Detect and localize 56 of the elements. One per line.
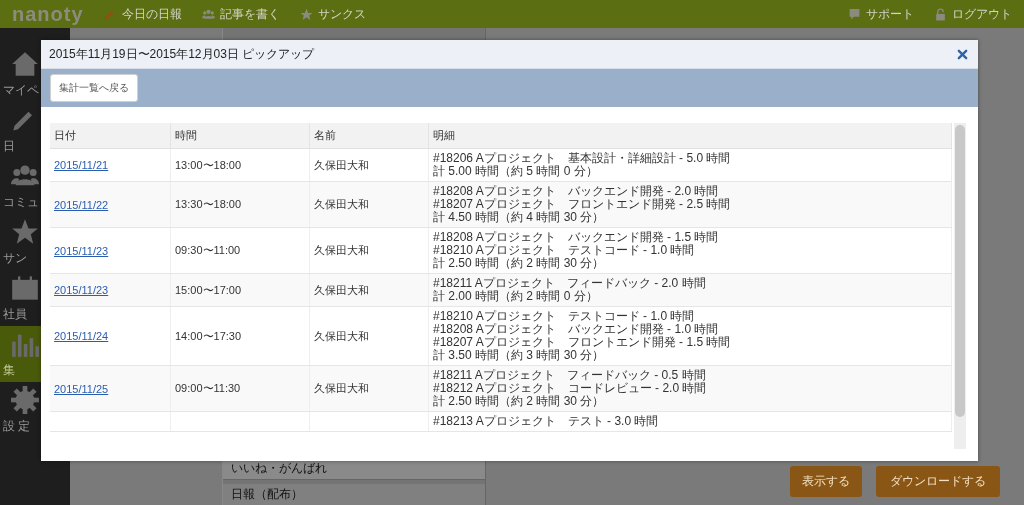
name-text: 久保田大和 [314,198,369,210]
nav-link[interactable]: 記事を書く [202,5,280,23]
time-text: 15:00〜17:00 [175,283,242,296]
detail-line: 計 2.00 時間（約 2 時間 0 分） [433,290,599,303]
detail-line: #18212 Aプロジェクト コードレビュー - 2.0 時間 [433,382,708,395]
detail-line: 計 3.50 時間（約 3 時間 30 分） [433,349,606,362]
back-button[interactable]: 集計一覧へ戻る [50,74,138,102]
detail-line: #18208 Aプロジェクト バックエンド開発 - 2.0 時間 [433,185,720,198]
time-text: 09:30〜11:00 [175,244,241,256]
detail-line: #18211 Aプロジェクト フィードバック - 0.5 時間 [433,369,707,382]
time-text: 13:30〜18:00 [175,198,242,210]
date-link[interactable]: 2015/11/21 [54,159,109,171]
speech-bubble-icon [848,7,861,21]
detail-line: #18206 Aプロジェクト 基本設計・詳細設計 - 5.0 時間 [433,152,732,165]
header-link[interactable]: ログアウト [934,5,1012,23]
detail-line: #18210 Aプロジェクト テストコード - 1.0 時間 [433,244,695,257]
detail-line: #18207 Aプロジェクト フロントエンド開発 - 1.5 時間 [433,336,732,349]
detail-line: 計 4.50 時間（約 4 時間 30 分） [433,211,606,224]
detail-line: 計 5.00 時間（約 5 時間 0 分） [433,165,599,178]
detail-line: #18213 Aプロジェクト テスト - 3.0 時間 [433,415,660,428]
action-button[interactable]: 表示する [790,466,862,497]
detail-line: #18210 Aプロジェクト テストコード - 1.0 時間 [433,310,696,323]
scrollbar-thumb[interactable] [955,125,965,417]
star-icon [11,217,39,246]
nav-link[interactable]: 今日の日報 [104,5,182,23]
dialog-title: 2015年11月19日〜2015年12月03日 ピックアップ [49,45,315,63]
action-button[interactable]: ダウンロードする [876,466,1000,497]
detail-line: #18208 Aプロジェクト バックエンド開発 - 1.0 時間 [433,323,720,336]
date-link[interactable]: 2015/11/25 [54,382,109,395]
name-text: 久保田大和 [314,283,369,296]
date-link[interactable]: 2015/11/23 [54,284,109,296]
time-text: 14:00〜17:30 [175,329,242,342]
time-text: 13:00〜18:00 [175,158,242,171]
list-item[interactable]: 日報（配布） [223,484,485,505]
detail-line: #18211 Aプロジェクト フィードバック - 2.0 時間 [433,277,707,290]
detail-line: 計 2.50 時間（約 2 時間 30 分） [433,395,606,408]
column-header: 日付 [50,123,171,149]
column-header: 名前 [309,123,429,149]
name-text: 久保田大和 [314,382,369,394]
name-text: 久保田大和 [314,158,369,171]
detail-line: #18208 Aプロジェクト バックエンド開発 - 1.5 時間 [433,231,720,244]
people-icon [202,7,215,21]
column-header: 明細 [428,123,952,149]
time-text: 09:00〜11:30 [175,382,241,394]
close-icon[interactable] [957,48,968,60]
date-link[interactable]: 2015/11/23 [54,244,109,257]
name-text: 久保田大和 [314,329,369,342]
nav-link[interactable]: サンクス [300,5,366,23]
padlock-icon [934,7,947,21]
header-link[interactable]: サポート [848,5,914,23]
star-icon [300,7,313,21]
name-text: 久保田大和 [314,244,369,256]
detail-line: #18207 Aプロジェクト フロントエンド開発 - 2.5 時間 [433,198,732,211]
date-link[interactable]: 2015/11/22 [54,198,109,211]
column-header: 時間 [170,123,310,149]
detail-line: 計 2.50 時間（約 2 時間 30 分） [433,257,606,270]
